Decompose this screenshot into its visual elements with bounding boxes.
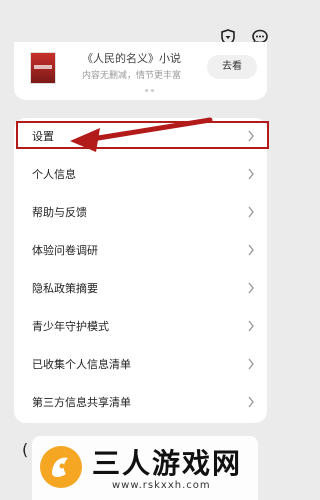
promo-title: 《人民的名义》小说 — [82, 52, 181, 65]
carousel-dots — [145, 89, 154, 92]
chevron-right-icon — [248, 244, 254, 256]
menu-item-label: 青少年守护模式 — [32, 320, 109, 333]
menu-item-help-feedback[interactable]: 帮助与反馈 — [14, 196, 267, 228]
watermark-logo-icon — [40, 446, 82, 488]
chevron-right-icon — [248, 320, 254, 332]
menu-item-third-party-share-list[interactable]: 第三方信息共享清单 — [14, 386, 267, 418]
menu-item-label: 隐私政策摘要 — [32, 282, 98, 295]
go-read-button[interactable]: 去看 — [207, 55, 257, 79]
menu-item-label: 帮助与反馈 — [32, 206, 87, 219]
watermark-text: 三人游戏网 — [92, 447, 243, 480]
menu-item-label: 已收集个人信息清单 — [32, 358, 131, 371]
highlight-box — [16, 121, 269, 149]
promo-subtitle: 内容无删减，情节更丰富 — [82, 71, 182, 81]
chevron-right-icon — [248, 168, 254, 180]
settings-menu: 设置 个人信息 帮助与反馈 体验问卷调研 隐私政策摘要 青少年守护模式 已收集个… — [14, 118, 267, 423]
menu-item-teen-mode[interactable]: 青少年守护模式 — [14, 310, 267, 342]
menu-item-collected-info-list[interactable]: 已收集个人信息清单 — [14, 348, 267, 380]
menu-item-personal-info[interactable]: 个人信息 — [14, 158, 267, 190]
book-cover-image — [30, 52, 56, 84]
menu-item-label: 体验问卷调研 — [32, 244, 98, 257]
menu-item-privacy-summary[interactable]: 隐私政策摘要 — [14, 272, 267, 304]
chevron-right-icon — [248, 206, 254, 218]
menu-item-label: 第三方信息共享清单 — [32, 396, 131, 409]
menu-item-survey[interactable]: 体验问卷调研 — [14, 234, 267, 266]
promo-card[interactable]: 《人民的名义》小说 内容无删减，情节更丰富 去看 — [14, 42, 267, 100]
watermark-url: www.rskxxh.com — [112, 480, 211, 491]
chevron-right-icon — [248, 396, 254, 408]
menu-item-label: 个人信息 — [32, 168, 76, 181]
watermark: 三人游戏网 www.rskxxh.com — [32, 436, 258, 500]
bottom-left-text: ( — [22, 440, 29, 459]
chevron-right-icon — [248, 282, 254, 294]
chevron-right-icon — [248, 358, 254, 370]
